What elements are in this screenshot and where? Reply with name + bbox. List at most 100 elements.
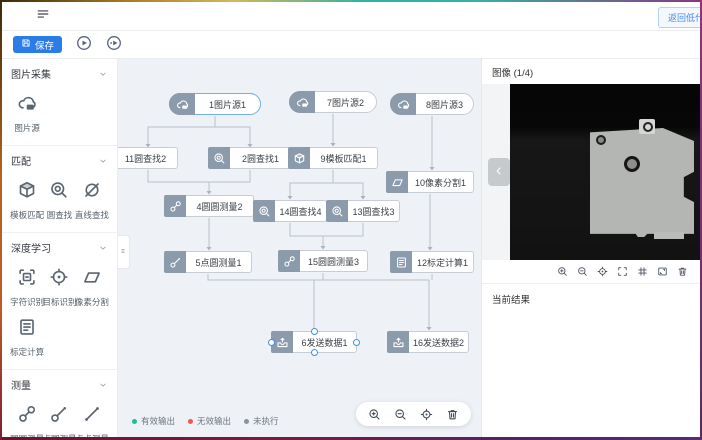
flow-node[interactable]: 11圆查找2: [118, 147, 178, 169]
tool-label: 图片源: [14, 122, 40, 134]
step-run-button[interactable]: [105, 36, 122, 53]
image-plate-shape: [590, 128, 695, 237]
result-panel: 图像 (1/4) 当前结果: [481, 59, 700, 437]
flow-canvas[interactable]: 1图片源1 7图片源2 8图片源3 11圆查找2 2圆查找19模板匹配1 10像素分割1 4…: [118, 59, 481, 437]
tool-item[interactable]: 点圆测量: [43, 404, 75, 437]
tool-item[interactable]: 字符识别: [11, 267, 43, 308]
node-handle[interactable]: [268, 339, 275, 346]
flow-node[interactable]: 7图片源2: [289, 91, 377, 113]
tool-item[interactable]: 图片源: [11, 93, 43, 134]
flow-node[interactable]: 15圆圆测量3: [278, 250, 368, 272]
flow-node[interactable]: 4圆圆测量2: [164, 195, 254, 217]
section-title: 深度学习: [11, 240, 51, 255]
sidebar-section: 匹配模板匹配圆查找直线查找: [2, 146, 117, 233]
tool-item[interactable]: 模板匹配: [11, 180, 43, 221]
back-to-lowcode-button[interactable]: 返回低代: [658, 7, 700, 28]
tool-label: 目标识别: [42, 296, 76, 308]
trash-button[interactable]: [446, 408, 459, 421]
node-label: 14圆查找4: [275, 205, 326, 218]
calib-calc-icon: [17, 317, 37, 337]
tool-item[interactable]: 目标识别: [43, 267, 75, 308]
flow-node[interactable]: 5点圆测量1: [164, 251, 252, 273]
flow-node[interactable]: 10像素分割1: [386, 171, 474, 193]
tool-item[interactable]: 圆查找: [43, 180, 75, 221]
point-circle-measure-icon: [49, 404, 69, 424]
section-header[interactable]: 测量: [11, 377, 108, 392]
tool-label: 像素分割: [75, 296, 109, 308]
chevron-down-icon: [98, 69, 108, 79]
status-legend: 有效输出无效输出未执行: [132, 415, 279, 427]
tool-item[interactable]: 标定计算: [11, 317, 43, 358]
chevron-left-icon: [493, 165, 505, 177]
sidebar-collapse-handle[interactable]: [118, 235, 130, 269]
tool-item[interactable]: 直线查找: [76, 180, 108, 221]
run-button[interactable]: [75, 36, 92, 53]
zoom-in-button[interactable]: [557, 266, 568, 277]
fullscreen-icon: [617, 266, 628, 277]
node-handle[interactable]: [311, 328, 318, 335]
section-header[interactable]: 匹配: [11, 153, 108, 168]
image-panel-title: 图像 (1/4): [482, 59, 700, 84]
flow-node[interactable]: 1图片源1: [169, 93, 261, 115]
sidebar-section: 测量圆圆测量点圆测量点点测量: [2, 370, 117, 437]
flow-node[interactable]: 8图片源3: [390, 93, 474, 115]
section-header[interactable]: 图片采集: [11, 66, 108, 81]
grid-button[interactable]: [637, 266, 648, 277]
menu-icon[interactable]: [36, 7, 50, 26]
save-button[interactable]: 保存: [13, 36, 62, 53]
step-run-icon: [106, 35, 122, 54]
tool-item[interactable]: 点点测量: [76, 404, 108, 437]
section-title: 图片采集: [11, 66, 51, 81]
chevron-down-icon: [98, 380, 108, 390]
prev-image-button[interactable]: [488, 158, 510, 186]
node-label: 6发送数据1: [293, 336, 356, 349]
node-label: 11圆查找2: [118, 152, 177, 165]
zoom-out-button[interactable]: [577, 266, 588, 277]
fit-image-button[interactable]: [657, 266, 668, 277]
fullscreen-button[interactable]: [617, 266, 628, 277]
trash-button[interactable]: [677, 266, 688, 277]
run-icon: [76, 35, 92, 54]
locate-button[interactable]: [597, 266, 608, 277]
toolbar: 保存: [2, 31, 700, 59]
grid-icon: [637, 266, 648, 277]
run-icon: [76, 35, 92, 51]
template-match-icon: [17, 180, 37, 200]
chevron-left-icon: [493, 165, 505, 180]
flow-node[interactable]: 13圆查找3: [326, 200, 400, 222]
flow-node[interactable]: 12标定计算1: [390, 251, 474, 273]
point-point-measure-icon: [82, 404, 102, 424]
tool-label: 模板匹配: [10, 209, 44, 221]
tool-item[interactable]: 圆圆测量: [11, 404, 43, 437]
locate-icon: [597, 266, 608, 277]
circle-find-icon: [213, 152, 226, 165]
section-title: 匹配: [11, 153, 31, 168]
circle-find-icon: [49, 180, 69, 200]
circle-circle-measure-icon: [283, 255, 296, 268]
locate-icon: [420, 408, 433, 421]
node-label: 16发送数据2: [409, 336, 468, 349]
zoom-out-button[interactable]: [394, 408, 407, 421]
menu-icon: [36, 7, 50, 21]
topbar: 返回低代: [2, 2, 700, 31]
section-header[interactable]: 深度学习: [11, 240, 108, 255]
send-data-icon: [392, 336, 405, 349]
tool-item[interactable]: 像素分割: [76, 267, 108, 308]
zoom-in-button[interactable]: [368, 408, 381, 421]
node-handle[interactable]: [311, 349, 318, 356]
zoom-in-icon: [557, 266, 568, 277]
flow-node[interactable]: 14圆查找4: [253, 200, 327, 222]
point-circle-measure-icon: [169, 256, 182, 269]
app-window: 返回低代 保存 图片采集图片源匹配模板匹配圆查找直线查找深度学习字符识别目标识别…: [0, 0, 702, 440]
ocr-icon: [17, 267, 37, 287]
flow-node[interactable]: 16发送数据2: [387, 331, 469, 353]
zoom-out-icon: [394, 408, 407, 421]
save-button-label: 保存: [35, 38, 54, 52]
flow-node[interactable]: 6发送数据1: [271, 331, 357, 353]
node-label: 8图片源3: [416, 98, 473, 111]
locate-button[interactable]: [420, 408, 433, 421]
flow-node[interactable]: 2圆查找1: [208, 147, 292, 169]
node-handle[interactable]: [353, 339, 360, 346]
circle-find-icon: [331, 205, 344, 218]
flow-node[interactable]: 9模板匹配1: [288, 147, 378, 169]
